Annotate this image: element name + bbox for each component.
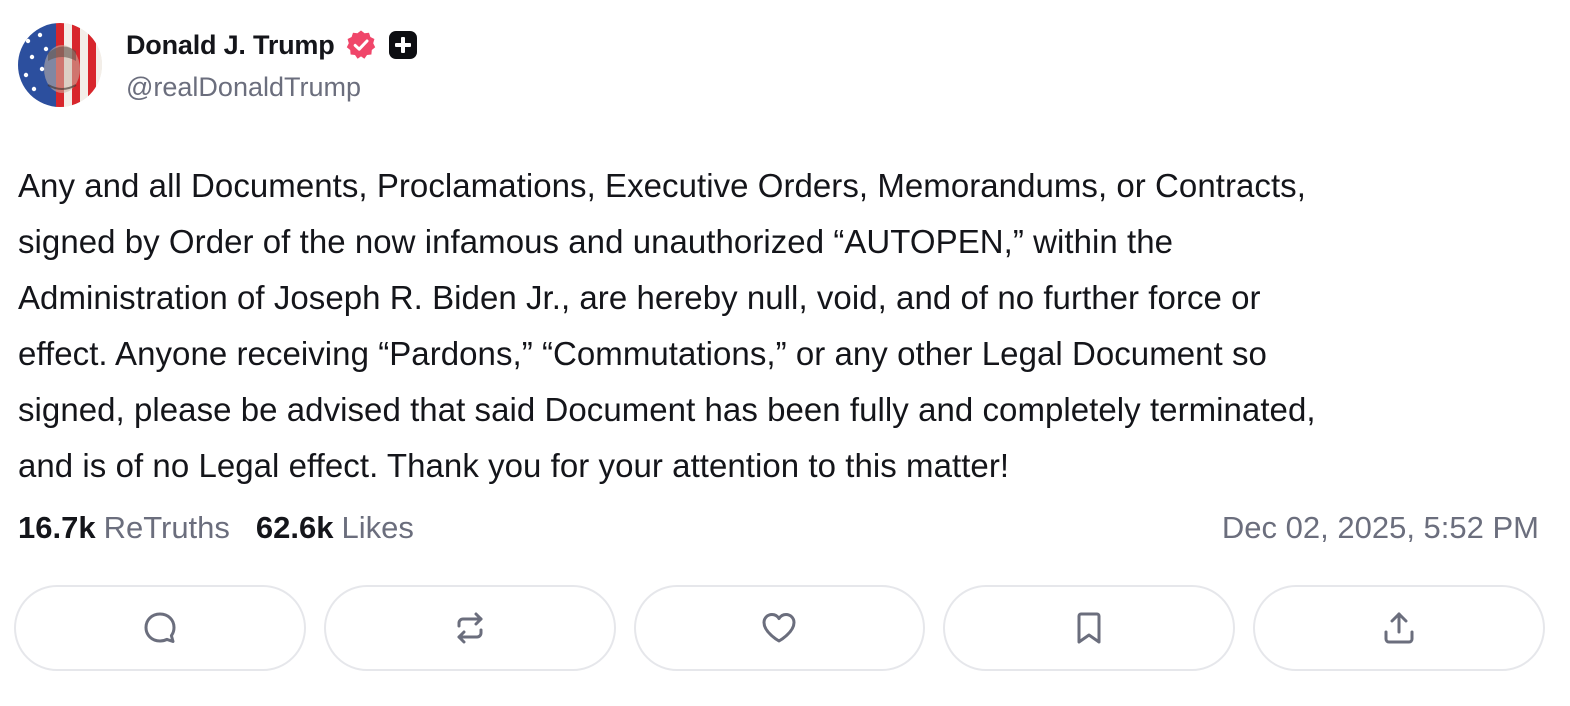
author-display-name[interactable]: Donald J. Trump <box>126 30 335 61</box>
author-name-row: Donald J. Trump <box>126 26 419 64</box>
post-body-text: Any and all Documents, Proclamations, Ex… <box>18 167 1316 484</box>
action-bar <box>14 585 1545 671</box>
post-stats: 16.7k ReTruths 62.6k Likes <box>18 510 414 546</box>
repost-icon <box>457 612 483 644</box>
author-handle[interactable]: @realDonaldTrump <box>126 72 361 103</box>
retruths-count[interactable]: 16.7k <box>18 510 96 546</box>
like-button[interactable] <box>633 585 926 671</box>
heart-icon <box>762 613 796 643</box>
share-button[interactable] <box>1253 585 1545 671</box>
bookmark-button[interactable] <box>943 585 1236 671</box>
avatar-image <box>18 23 102 107</box>
share-icon <box>1384 612 1414 644</box>
bookmark-icon <box>1077 612 1101 644</box>
retruth-button[interactable] <box>323 585 616 671</box>
comment-icon <box>144 612 176 643</box>
post-card: Donald J. Trump @realDonaldTrump Any and… <box>0 0 1570 706</box>
plus-badge-icon <box>387 29 419 61</box>
reply-button[interactable] <box>14 585 306 671</box>
post-timestamp[interactable]: Dec 02, 2025, 5:52 PM <box>1222 510 1539 546</box>
retruths-label[interactable]: ReTruths <box>104 510 230 546</box>
verified-badge-icon <box>345 29 377 61</box>
likes-label[interactable]: Likes <box>342 510 414 546</box>
likes-count[interactable]: 62.6k <box>256 510 334 546</box>
avatar[interactable] <box>18 23 102 107</box>
